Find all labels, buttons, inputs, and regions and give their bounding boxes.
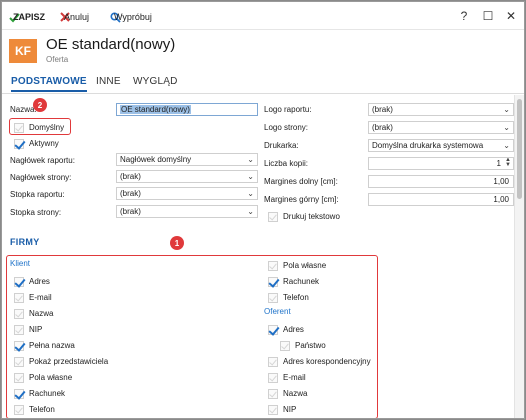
- close-icon[interactable]: ✕: [503, 8, 519, 24]
- report-header-label: Nagłówek raportu:: [10, 156, 75, 165]
- printer-label: Drukarka:: [264, 141, 299, 150]
- chevron-down-icon: ⌄: [247, 189, 254, 198]
- default-highlight-box: [9, 118, 71, 135]
- margin-bottom-label: Margines dolny [cm]:: [264, 177, 338, 186]
- active-checkbox[interactable]: Aktywny: [14, 137, 59, 150]
- maximize-icon[interactable]: ☐: [480, 8, 496, 24]
- active-label: Aktywny: [29, 139, 59, 148]
- chevron-down-icon: ⌄: [503, 141, 510, 150]
- cancel-label: Anuluj: [64, 12, 90, 22]
- text-print-checkbox[interactable]: Drukuj tekstowo: [268, 210, 340, 223]
- scrollbar-thumb[interactable]: [517, 99, 522, 199]
- toolbar: ZAPISZ Anuluj Wypróbuj ? ☐ ✕: [2, 2, 524, 30]
- report-footer-select[interactable]: (brak) ⌄: [116, 187, 258, 200]
- tab-other[interactable]: INNE: [96, 76, 121, 87]
- active-checkbox-box: [14, 138, 24, 149]
- firms-section-title: FIRMY: [10, 237, 40, 247]
- record-header: KF OE standard(nowy) Oferta: [2, 31, 524, 71]
- report-header-select[interactable]: Nagłówek domyślny ⌄: [116, 153, 258, 166]
- margin-bottom-value: 1,00: [493, 177, 509, 186]
- page-footer-value: (brak): [120, 207, 141, 216]
- save-button[interactable]: ZAPISZ: [9, 10, 45, 24]
- vertical-scrollbar[interactable]: [514, 95, 524, 418]
- page-footer-label: Stopka strony:: [10, 208, 62, 217]
- annotation-marker-1: 1: [170, 236, 184, 250]
- report-logo-select[interactable]: (brak) ⌄: [368, 103, 514, 116]
- text-print-checkbox-box: [268, 211, 278, 222]
- annotation-marker-2: 2: [33, 98, 47, 112]
- margin-top-field[interactable]: 1,00: [368, 193, 514, 206]
- page-title: OE standard(nowy): [46, 36, 176, 53]
- report-header-value: Nagłówek domyślny: [120, 155, 192, 164]
- firms-highlight-box: [6, 255, 378, 418]
- page-header-value: (brak): [120, 172, 141, 181]
- page-logo-label: Logo strony:: [264, 123, 309, 132]
- test-button[interactable]: Wypróbuj: [110, 10, 152, 24]
- margin-bottom-field[interactable]: 1,00: [368, 175, 514, 188]
- page-header-select[interactable]: (brak) ⌄: [116, 170, 258, 183]
- name-value: OE standard(nowy): [120, 105, 191, 114]
- page-footer-select[interactable]: (brak) ⌄: [116, 205, 258, 218]
- chevron-down-icon: ⌄: [247, 155, 254, 164]
- copies-value: 1: [496, 159, 501, 168]
- page-subtitle: Oferta: [46, 55, 69, 64]
- tab-appearance[interactable]: WYGLĄD: [133, 76, 178, 87]
- test-label: Wypróbuj: [114, 12, 152, 22]
- save-label: ZAPISZ: [13, 12, 46, 22]
- page-header-label: Nagłówek strony:: [10, 173, 72, 182]
- chevron-down-icon: ⌄: [247, 172, 254, 181]
- chevron-down-icon: ⌄: [503, 123, 510, 132]
- cancel-button[interactable]: Anuluj: [60, 10, 89, 24]
- text-print-label: Drukuj tekstowo: [283, 212, 340, 221]
- margin-top-value: 1,00: [493, 195, 509, 204]
- tab-basic[interactable]: PODSTAWOWE: [11, 76, 87, 92]
- report-footer-value: (brak): [120, 189, 141, 198]
- copies-label: Liczba kopii:: [264, 159, 309, 168]
- chevron-down-icon: ⌄: [247, 207, 254, 216]
- name-field[interactable]: OE standard(nowy): [116, 103, 258, 116]
- spinner-icon[interactable]: ▲ ▼: [505, 158, 511, 168]
- form-content: Nazwa: OE standard(nowy) Domyślny Aktywn…: [2, 95, 516, 418]
- printer-value: Domyślna drukarka systemowa: [372, 141, 484, 150]
- help-icon[interactable]: ?: [456, 8, 472, 24]
- editor-window: ZAPISZ Anuluj Wypróbuj ? ☐ ✕ KF OE stand…: [1, 1, 525, 419]
- margin-top-label: Margines górny [cm]:: [264, 195, 339, 204]
- page-logo-value: (brak): [372, 123, 393, 132]
- report-logo-label: Logo raportu:: [264, 105, 312, 114]
- tab-bar: PODSTAWOWE INNE WYGLĄD: [2, 72, 524, 94]
- report-footer-label: Stopka raportu:: [10, 190, 65, 199]
- page-logo-select[interactable]: (brak) ⌄: [368, 121, 514, 134]
- chevron-down-icon: ⌄: [503, 105, 510, 114]
- printer-select[interactable]: Domyślna drukarka systemowa ⌄: [368, 139, 514, 152]
- report-logo-value: (brak): [372, 105, 393, 114]
- record-badge: KF: [9, 39, 37, 63]
- copies-stepper[interactable]: 1 ▲ ▼: [368, 157, 514, 170]
